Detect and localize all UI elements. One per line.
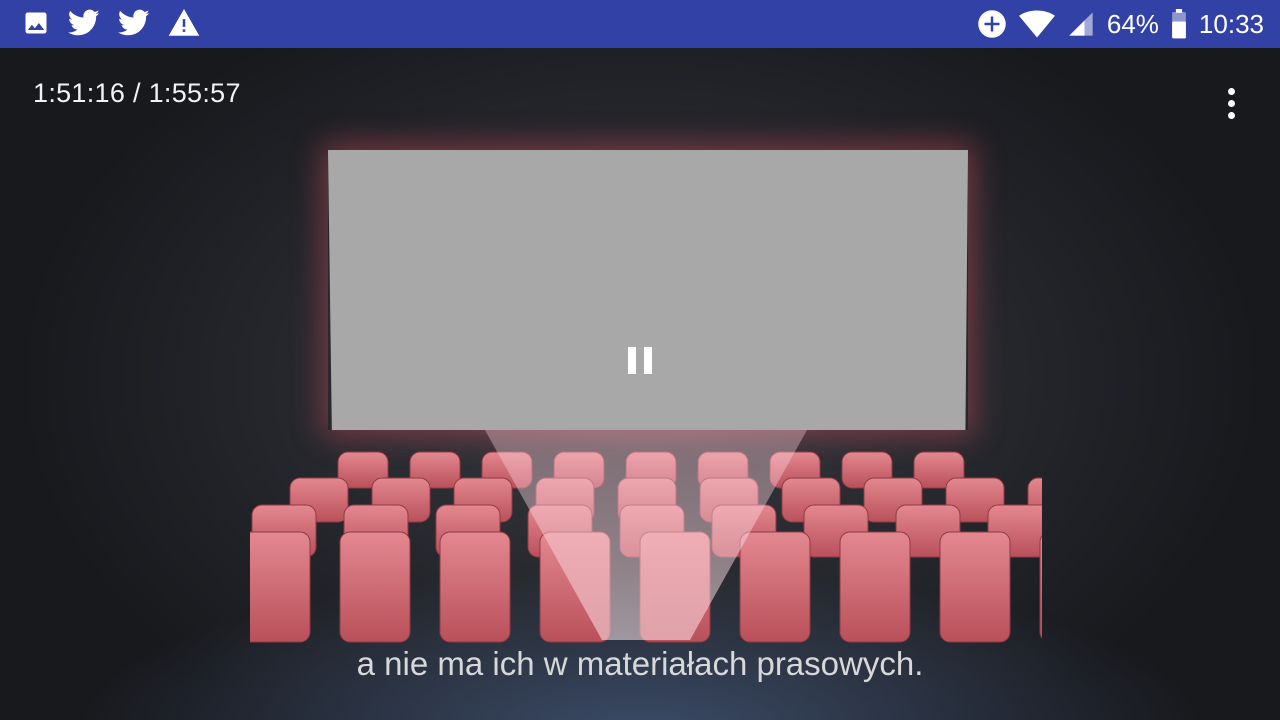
wifi-icon xyxy=(1018,10,1055,38)
pause-button[interactable] xyxy=(620,340,660,380)
more-options-button[interactable] xyxy=(1212,84,1252,124)
notification-icons xyxy=(22,9,200,37)
image-icon xyxy=(25,12,47,34)
subtitle-text: a nie ma ich w materiałach prasowych. xyxy=(356,645,924,682)
seat xyxy=(839,531,911,643)
twitter-icon xyxy=(68,9,100,36)
seat xyxy=(439,531,511,643)
twitter-icon xyxy=(118,9,150,36)
seat xyxy=(939,531,1011,643)
cinema-screen xyxy=(328,150,968,430)
system-status: 64% 10:33 xyxy=(977,0,1264,48)
status-bar: 64% 10:33 xyxy=(0,0,1280,48)
battery-icon xyxy=(1172,9,1186,39)
seat xyxy=(250,531,311,643)
battery-percent: 64% xyxy=(1106,8,1159,39)
seat xyxy=(739,531,811,643)
menu-dot xyxy=(1228,100,1235,107)
menu-dot xyxy=(1228,88,1235,95)
cell-signal-icon xyxy=(1069,12,1093,36)
seat xyxy=(1039,535,1042,639)
clock: 10:33 xyxy=(1198,8,1264,39)
elapsed-time: 1:51:16 / 1:55:57 xyxy=(33,78,241,108)
warning-icon xyxy=(168,9,200,36)
seat xyxy=(339,531,411,643)
pause-bar xyxy=(628,347,636,374)
data-saver-icon xyxy=(978,10,1006,38)
pause-bar xyxy=(644,347,652,374)
menu-dot xyxy=(1228,112,1235,119)
cinema-seats-illustration xyxy=(250,430,1042,643)
